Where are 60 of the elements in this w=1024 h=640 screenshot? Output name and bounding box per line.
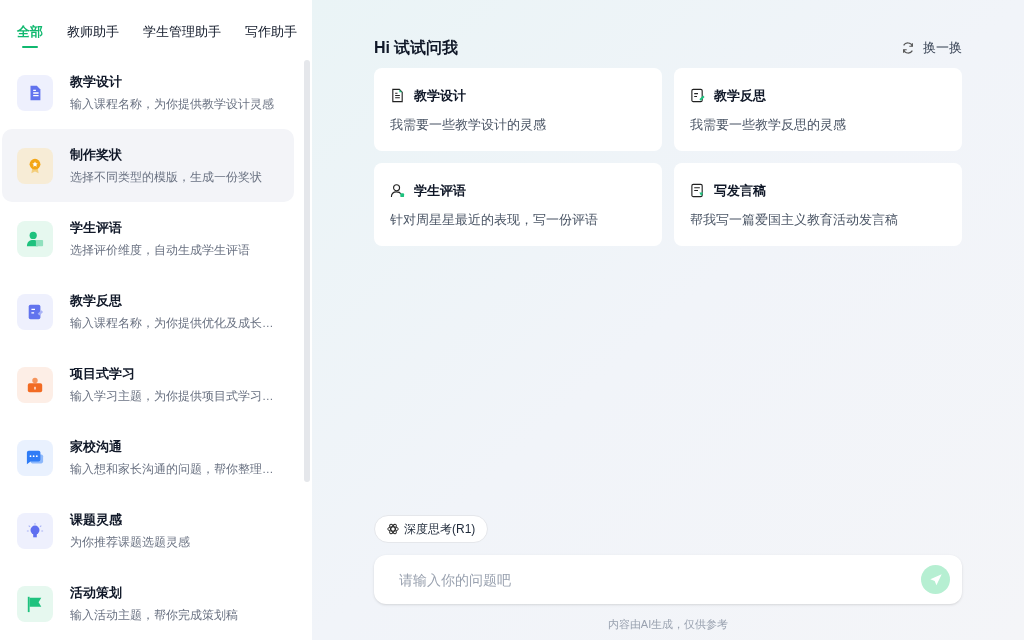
card-prompt: 我需要一些教学反思的灵感 — [690, 115, 847, 134]
document-icon — [390, 88, 405, 104]
suggestion-card[interactable]: 教学反思 我需要一些教学反思的灵感 — [674, 68, 962, 151]
heading: Hi 试试问我 — [374, 38, 459, 58]
card-title: 教学反思 — [714, 87, 766, 105]
item-title: 教学反思 — [70, 291, 123, 310]
item-description: 输入课程名称，为你提供教学设计灵感 — [70, 97, 274, 113]
refresh-icon — [901, 41, 915, 55]
question-input[interactable]: 请输入你的问题吧 — [374, 555, 962, 604]
card-title: 写发言稿 — [714, 182, 766, 200]
atom-icon — [387, 523, 399, 535]
assistant-icon — [17, 439, 53, 476]
notebook-icon — [690, 88, 705, 104]
assistant-item[interactable]: 制作奖状 选择不同类型的模版，生成一份奖状 — [2, 129, 294, 202]
suggestion-card[interactable]: 教学设计 我需要一些教学设计的灵感 — [374, 68, 662, 151]
card-prompt: 针对周星星最近的表现，写一份评语 — [390, 210, 599, 229]
item-title: 家校沟通 — [70, 437, 123, 456]
item-title: 教学设计 — [70, 72, 123, 91]
assistant-icon — [17, 74, 53, 111]
item-title: 课题灵感 — [70, 510, 123, 529]
assistant-item[interactable]: 教学设计 输入课程名称，为你提供教学设计灵感 — [2, 56, 294, 129]
item-description: 输入活动主题，帮你完成策划稿 — [70, 608, 238, 624]
assistant-item[interactable]: 项目式学习 输入学习主题，为你提供项目式学习… — [2, 348, 294, 421]
assistant-item[interactable]: 学生评语 选择评价维度，自动生成学生评语 — [2, 202, 294, 275]
assistant-icon — [17, 147, 53, 184]
assistant-icon — [17, 293, 53, 330]
scrollbar[interactable] — [304, 60, 310, 482]
item-description: 选择不同类型的模版，生成一份奖状 — [70, 170, 262, 186]
item-title: 项目式学习 — [70, 364, 136, 383]
category-tab[interactable]: 写作助手 — [245, 20, 297, 44]
suggestion-card[interactable]: 写发言稿 帮我写一篇爱国主义教育活动发言稿 — [674, 163, 962, 246]
assistant-icon — [17, 366, 53, 403]
refresh-button[interactable]: 换一换 — [901, 38, 962, 58]
category-tab[interactable]: 学生管理助手 — [143, 20, 221, 44]
card-title: 教学设计 — [414, 87, 466, 105]
item-description: 输入课程名称，为你提供优化及成长… — [70, 316, 274, 332]
item-title: 学生评语 — [70, 218, 123, 237]
item-title: 活动策划 — [70, 583, 123, 602]
document-icon — [690, 183, 705, 199]
disclaimer: 内容由AI生成，仅供参考 — [607, 617, 729, 632]
item-description: 为你推荐课题选题灵感 — [70, 535, 190, 551]
send-icon — [928, 572, 943, 587]
assistant-icon — [17, 585, 53, 622]
item-description: 输入学习主题，为你提供项目式学习… — [70, 389, 274, 405]
card-prompt: 我需要一些教学设计的灵感 — [390, 115, 547, 134]
deep-think-button[interactable]: 深度思考(R1) — [374, 515, 489, 543]
card-title: 学生评语 — [414, 182, 466, 200]
assistant-item[interactable]: 家校沟通 输入想和家长沟通的问题，帮你整理… — [2, 421, 294, 494]
assistant-icon — [17, 220, 53, 257]
suggestion-card[interactable]: 学生评语 针对周星星最近的表现，写一份评语 — [374, 163, 662, 246]
item-description: 输入想和家长沟通的问题，帮你整理… — [70, 462, 274, 478]
item-description: 选择评价维度，自动生成学生评语 — [70, 243, 250, 259]
assistant-item[interactable]: 课题灵感 为你推荐课题选题灵感 — [2, 494, 294, 567]
assistant-item[interactable]: 教学反思 输入课程名称，为你提供优化及成长… — [2, 275, 294, 348]
person-icon — [390, 183, 405, 199]
assistant-icon — [17, 512, 53, 549]
assistant-item[interactable]: 活动策划 输入活动主题，帮你完成策划稿 — [2, 567, 294, 640]
card-prompt: 帮我写一篇爱国主义教育活动发言稿 — [690, 210, 899, 229]
item-title: 制作奖状 — [70, 145, 123, 164]
category-tab[interactable]: 教师助手 — [67, 20, 119, 44]
